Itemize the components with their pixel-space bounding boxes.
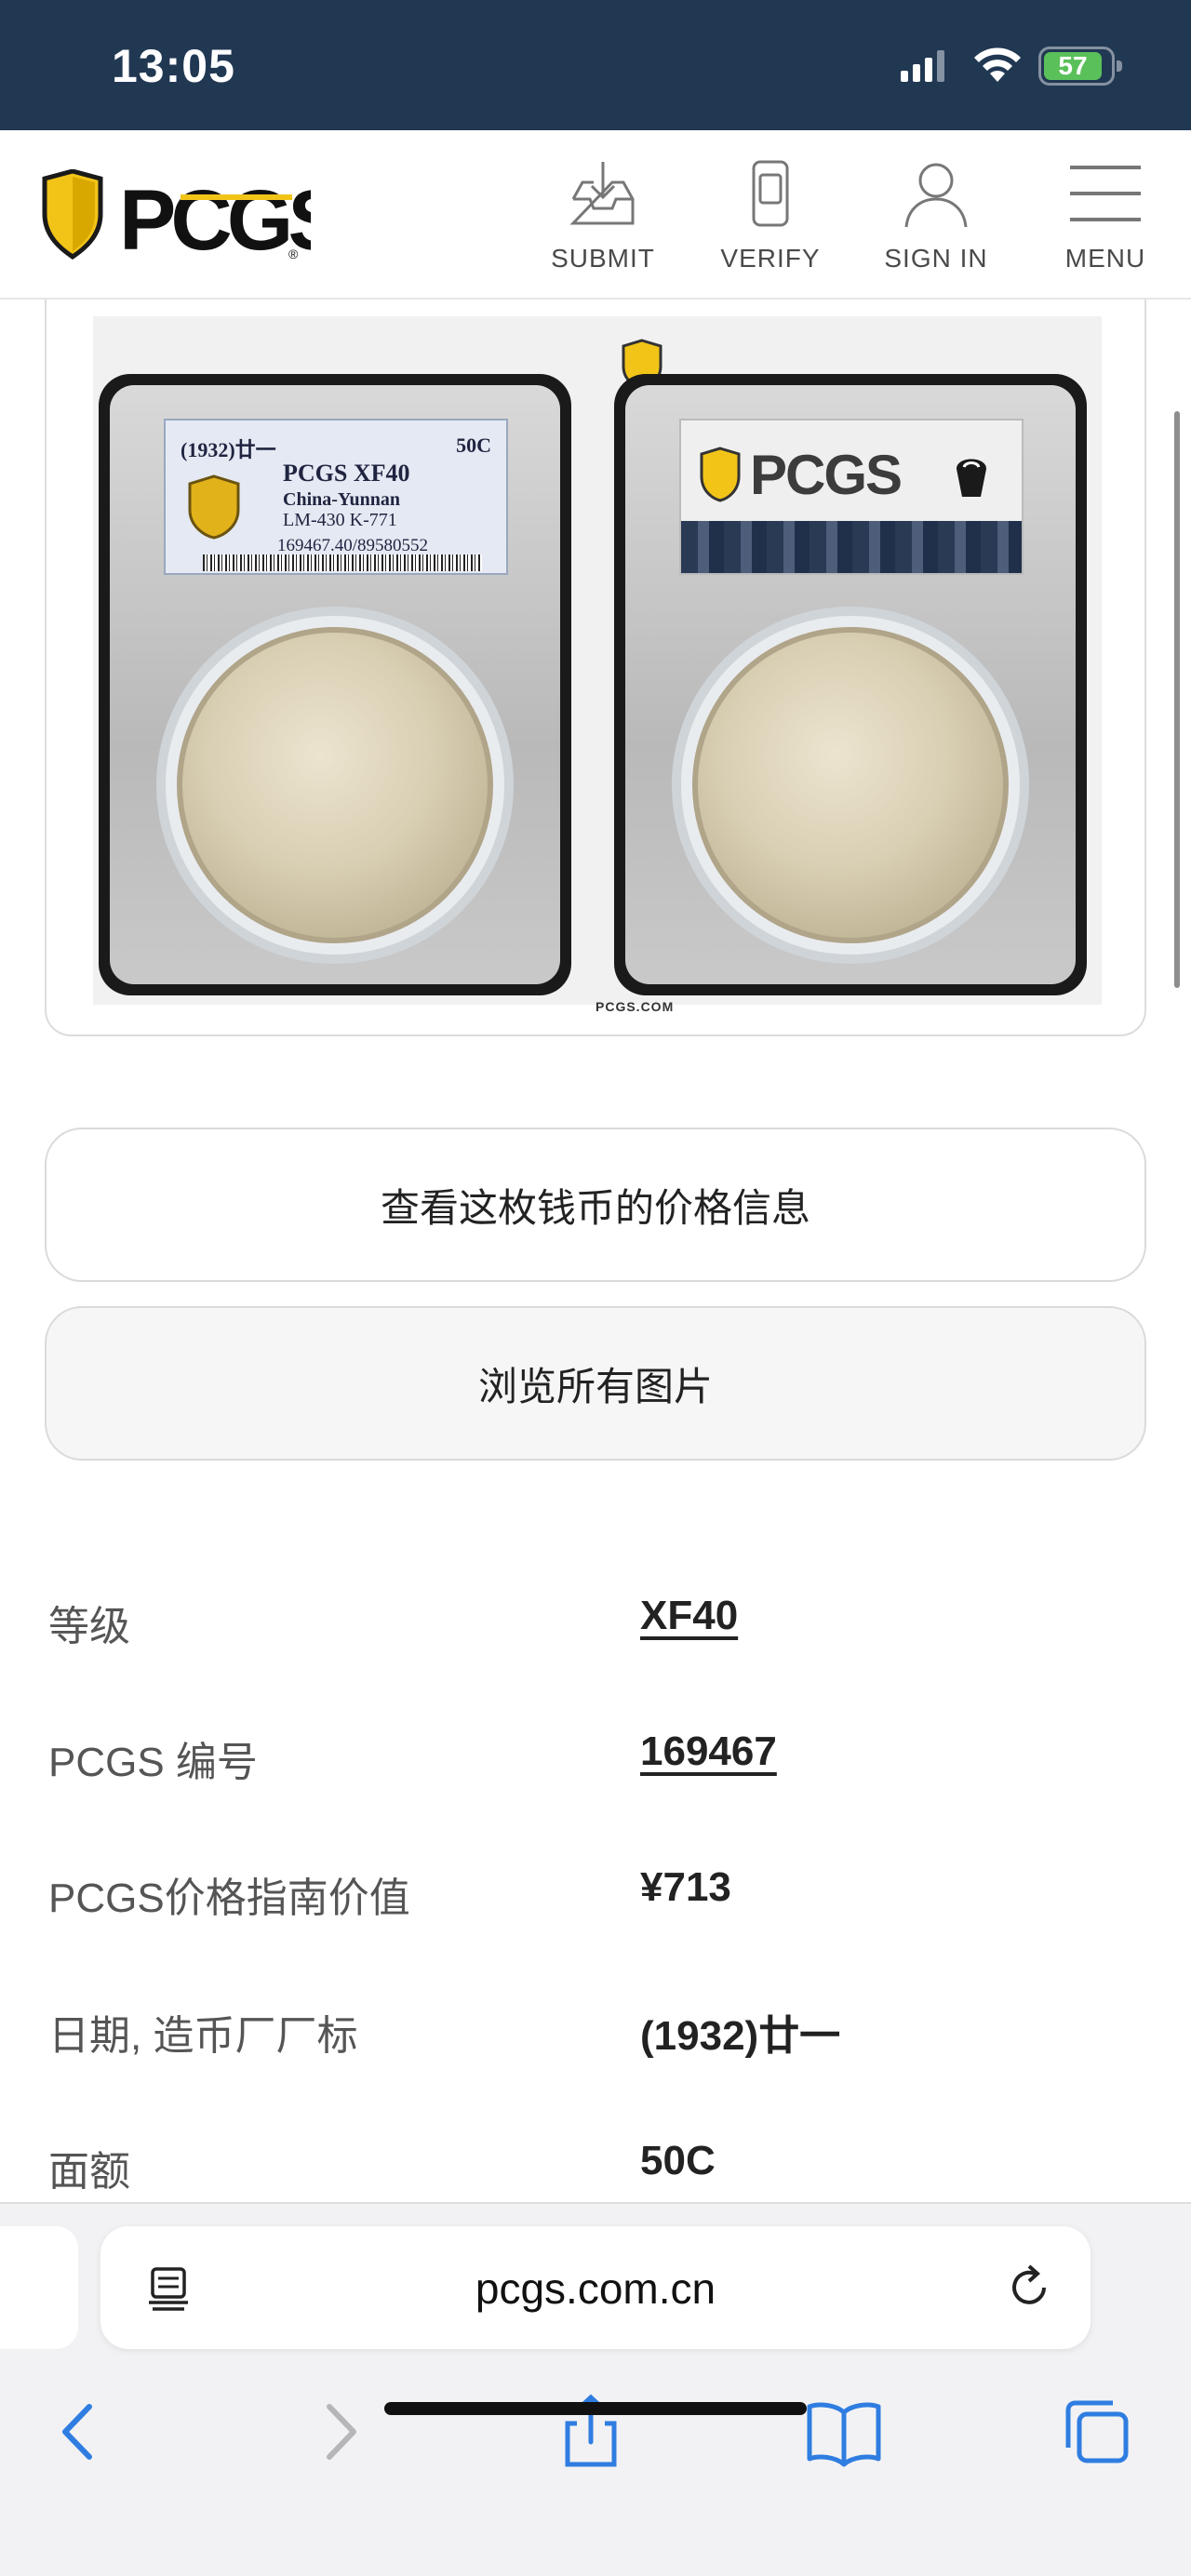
browser-toolbar: pcgs.com.cn <box>0 2202 1191 2576</box>
url-text: pcgs.com.cn <box>475 2264 716 2313</box>
wifi-icon <box>974 47 1021 82</box>
slab-reverse-label: PCGS <box>679 419 1024 575</box>
nfc-chip-icon <box>957 459 986 497</box>
slab-label: (1932)廿一 50C PCGS XF40 China-Yunnan LM-4… <box>164 419 508 575</box>
sign-in-label: SIGN IN <box>884 244 988 273</box>
view-price-info-button[interactable]: 查看这枚钱币的价格信息 <box>45 1128 1146 1282</box>
pcgs-number-link[interactable]: 169467 <box>640 1728 777 1775</box>
detail-row-date-mint: 日期, 造币厂厂标 (1932)廿一 <box>48 1989 1146 2063</box>
coin-slab-photo[interactable]: (1932)廿一 50C PCGS XF40 China-Yunnan LM-4… <box>93 316 1102 1014</box>
detail-row-denomination: 面额 50C <box>48 2125 1146 2199</box>
scrollbar[interactable] <box>1174 411 1180 988</box>
submit-button[interactable]: SUBMIT <box>529 156 677 277</box>
grade-link[interactable]: XF40 <box>640 1593 738 1639</box>
user-icon <box>904 163 968 228</box>
detail-label: 等级 <box>48 1604 130 1649</box>
label-region: China-Yunnan <box>283 489 401 510</box>
detail-row-grade: 等级 XF40 <box>48 1580 1146 1654</box>
detail-value: 50C <box>640 2138 716 2183</box>
battery-level: 57 <box>1044 51 1102 80</box>
battery-icon: 57 <box>1038 47 1122 86</box>
menu-label: MENU <box>1064 244 1146 273</box>
pcgs-com-watermark: PCGS.COM <box>596 999 675 1014</box>
detail-label: 日期, 造币厂厂标 <box>48 2013 358 2059</box>
detail-label: PCGS 编号 <box>48 1740 258 1785</box>
verify-button[interactable]: VERIFY <box>696 156 845 277</box>
tabs-icon[interactable] <box>1055 2390 1139 2474</box>
status-bar: 13:05 57 <box>0 0 1191 130</box>
reload-icon[interactable] <box>1007 2263 1053 2314</box>
page: 13:05 57 PCGS ® <box>0 0 1191 2576</box>
detail-value: ¥713 <box>640 1864 731 1910</box>
pcgs-shield-icon <box>188 474 240 540</box>
hamburger-icon <box>1070 166 1141 221</box>
browse-all-photos-button[interactable]: 浏览所有图片 <box>45 1306 1146 1461</box>
inbox-download-icon <box>569 162 635 225</box>
home-indicator <box>384 2402 807 2415</box>
svg-text:®: ® <box>288 247 299 261</box>
reverse-slab: PCGS <box>614 374 1087 995</box>
menu-button[interactable]: MENU <box>1031 156 1180 277</box>
coin-obverse <box>177 627 493 943</box>
label-cert: 169467.40/89580552 <box>277 536 429 555</box>
verify-label: VERIFY <box>720 244 821 273</box>
obverse-slab: (1932)廿一 50C PCGS XF40 China-Yunnan LM-4… <box>99 374 571 995</box>
detail-value: (1932)廿一 <box>640 2013 841 2059</box>
site-header: PCGS ® SUBMIT VERIFY SIGN IN <box>0 130 1191 300</box>
bookmarks-icon[interactable] <box>802 2390 886 2474</box>
barcode <box>203 554 482 571</box>
previous-tab-preview[interactable] <box>0 2226 78 2349</box>
address-bar[interactable]: pcgs.com.cn <box>100 2226 1091 2349</box>
label-denomination: 50C <box>456 434 491 457</box>
sign-in-button[interactable]: SIGN IN <box>862 156 1010 277</box>
svg-text:PCGS: PCGS <box>119 173 311 262</box>
detail-label: 面额 <box>48 2149 130 2195</box>
reverse-logo: PCGS <box>750 444 903 506</box>
forward-icon[interactable] <box>298 2390 381 2474</box>
label-grade: PCGS XF40 <box>283 460 410 487</box>
coin-reverse <box>692 627 1009 943</box>
label-date: (1932)廿一 <box>181 438 276 461</box>
status-time: 13:05 <box>112 40 235 92</box>
coin-image-card[interactable]: (1932)廿一 50C PCGS XF40 China-Yunnan LM-4… <box>45 300 1146 1036</box>
label-catalog: LM-430 K-771 <box>283 510 397 530</box>
detail-row-price-guide: PCGS价格指南价值 ¥713 <box>48 1851 1146 1926</box>
pcgs-shield-icon <box>700 447 741 502</box>
phone-device-icon <box>752 160 789 227</box>
detail-label: PCGS价格指南价值 <box>48 1875 410 1921</box>
hologram-strip <box>681 521 1022 573</box>
pcgs-logo[interactable]: PCGS ® <box>41 169 311 262</box>
detail-row-pcgs-number: PCGS 编号 169467 <box>48 1715 1146 1790</box>
submit-label: SUBMIT <box>551 244 655 273</box>
back-icon[interactable] <box>37 2390 121 2474</box>
cellular-signal-icon <box>901 50 944 82</box>
